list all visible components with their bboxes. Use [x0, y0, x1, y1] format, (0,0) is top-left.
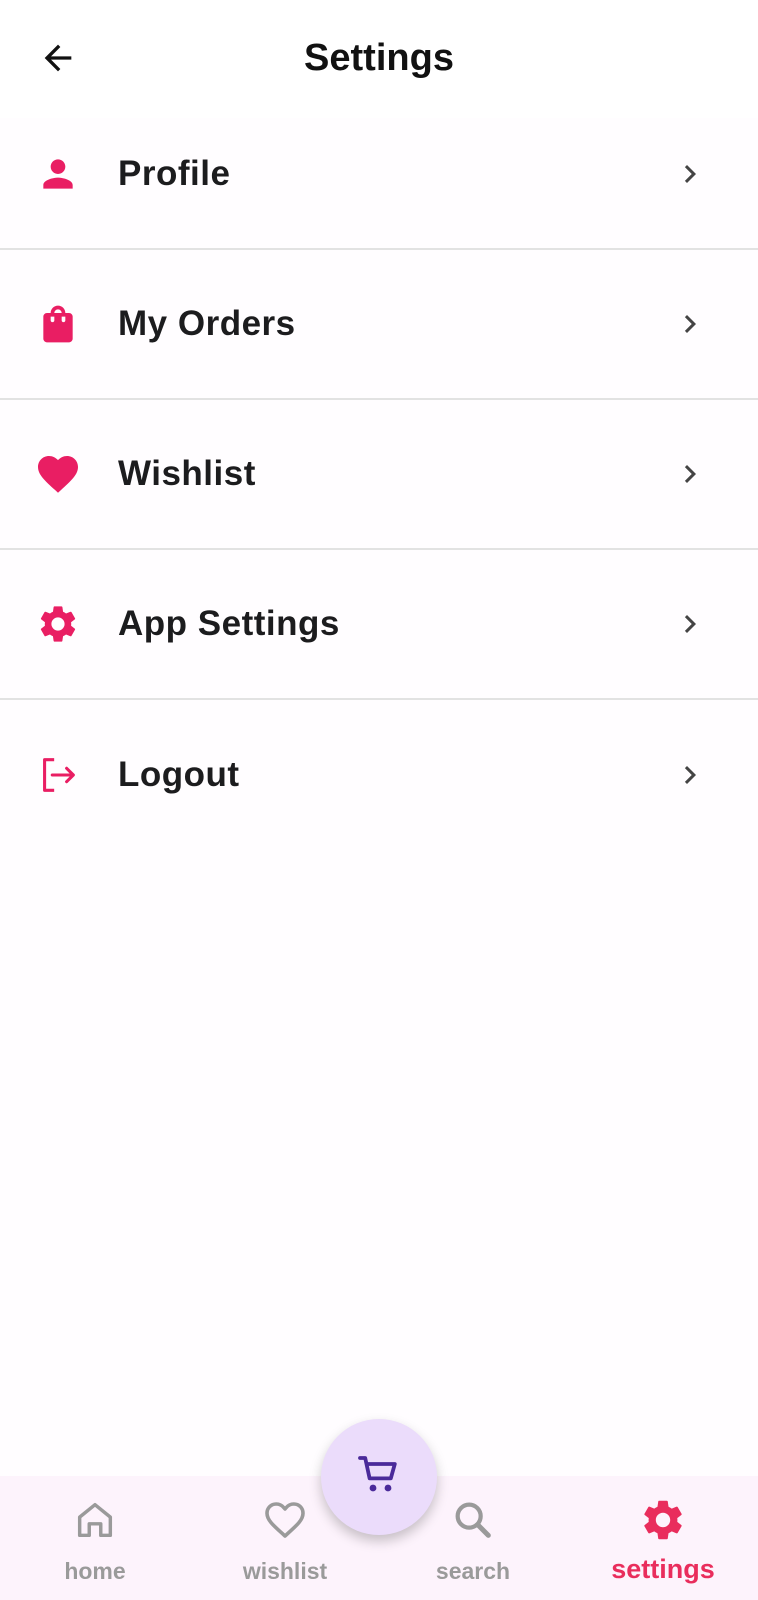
nav-label: home — [64, 1558, 126, 1584]
heart-icon — [34, 450, 82, 498]
menu-item-label: Logout — [118, 755, 240, 794]
gear-icon — [34, 600, 82, 648]
cart-fab-button[interactable] — [321, 1419, 437, 1535]
nav-label: settings — [611, 1554, 715, 1584]
menu-item-label: App Settings — [118, 604, 340, 643]
search-icon — [449, 1496, 497, 1544]
page-title: Settings — [304, 37, 454, 79]
nav-item-settings[interactable]: settings — [568, 1476, 758, 1600]
gear-icon — [639, 1496, 687, 1544]
heart-outline-icon — [261, 1496, 309, 1544]
person-icon — [34, 150, 82, 198]
menu-item-label: My Orders — [118, 304, 296, 343]
home-icon — [71, 1496, 119, 1544]
chevron-right-icon — [672, 757, 708, 793]
menu-item-my-orders[interactable]: My Orders — [0, 250, 758, 400]
menu-item-app-settings[interactable]: App Settings — [0, 550, 758, 700]
shopping-bag-icon — [34, 300, 82, 348]
menu-item-label: Profile — [118, 154, 231, 193]
chevron-right-icon — [672, 456, 708, 492]
menu-item-logout[interactable]: Logout — [0, 700, 758, 850]
settings-menu: Profile My Orders Wishlist App Settings … — [0, 100, 758, 850]
logout-icon — [34, 751, 82, 799]
chevron-right-icon — [672, 606, 708, 642]
nav-label: search — [435, 1558, 511, 1584]
menu-item-profile[interactable]: Profile — [0, 100, 758, 250]
menu-item-wishlist[interactable]: Wishlist — [0, 400, 758, 550]
cart-icon — [355, 1451, 403, 1504]
nav-item-home[interactable]: home — [0, 1476, 190, 1600]
settings-screen: Settings Profile My Orders Wishlist App … — [0, 0, 758, 1600]
chevron-right-icon — [672, 306, 708, 342]
chevron-right-icon — [672, 156, 708, 192]
nav-label: wishlist — [242, 1558, 328, 1584]
menu-item-label: Wishlist — [118, 454, 256, 493]
